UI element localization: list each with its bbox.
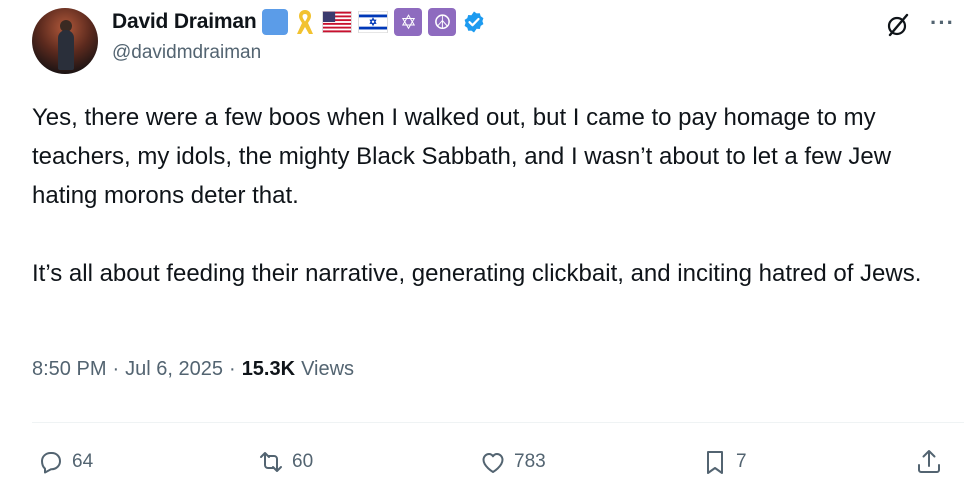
bookmark-icon (707, 451, 723, 474)
views-label: Views (301, 358, 355, 380)
reply-button[interactable]: 64 (36, 440, 93, 484)
repost-icon (260, 452, 282, 472)
tweet-time[interactable]: 8:50 PM (32, 358, 106, 381)
bookmark-count: 7 (736, 451, 747, 472)
divider (32, 422, 964, 423)
like-count: 783 (514, 451, 546, 472)
author-handle[interactable]: @davidmdraiman (112, 42, 261, 64)
peace-symbol-emoji: ☮ (428, 8, 457, 36)
avatar[interactable] (32, 8, 98, 74)
avatar-figure-body (58, 30, 74, 70)
grok-icon[interactable] (885, 12, 911, 38)
reply-icon (41, 452, 61, 474)
bookmark-button[interactable]: 7 (700, 440, 747, 484)
tweet-paragraph: It’s all about feeding their narrative, … (32, 260, 922, 287)
repost-count: 60 (292, 451, 314, 472)
tweet-date[interactable]: Jul 6, 2025 (125, 358, 223, 381)
views-count: 15.3K (241, 358, 296, 380)
us-flag-emoji (322, 11, 353, 33)
yellow-ribbon-emoji (294, 8, 316, 36)
author-display-name[interactable]: David Draiman (112, 10, 257, 34)
heart-icon (482, 453, 504, 473)
like-button[interactable]: 783 (478, 440, 546, 484)
star-of-david-emoji: ✡ (394, 8, 423, 36)
tweet-metadata: 8:50 PM · Jul 6, 2025 · 15.3K Views (32, 358, 354, 381)
author-name-row: David Draiman ✡ ☮ (112, 8, 486, 36)
meta-separator: · (229, 358, 236, 380)
share-button[interactable] (914, 440, 944, 484)
blue-square-emoji (262, 9, 289, 35)
more-options-icon[interactable]: ··· (930, 10, 955, 36)
action-bar: 64 60 783 7 (32, 440, 962, 484)
israel-flag-emoji (358, 11, 389, 33)
verified-badge-icon[interactable] (462, 10, 486, 34)
tweet-text: Yes, there were a few boos when I walked… (32, 98, 962, 293)
reply-count: 64 (72, 451, 94, 472)
share-icon (918, 450, 940, 473)
repost-button[interactable]: 60 (256, 440, 313, 484)
meta-separator: · (112, 358, 120, 380)
tweet-paragraph: Yes, there were a few boos when I walked… (32, 104, 892, 209)
